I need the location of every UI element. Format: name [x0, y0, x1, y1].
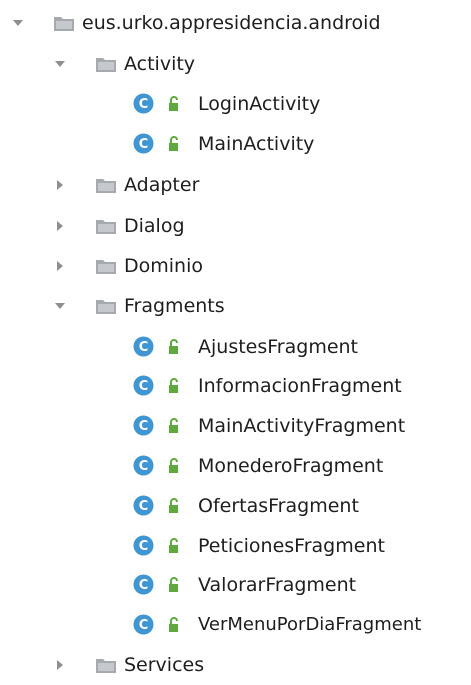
public-access-icon: [169, 617, 178, 632]
tree-node-label: PeticionesFragment: [198, 535, 385, 557]
class-icon: C: [133, 614, 154, 635]
tree-node-folder-activity[interactable]: Activity: [0, 44, 471, 84]
chevron-right-icon[interactable]: [53, 259, 67, 273]
tree-node-label: ValorarFragment: [198, 574, 357, 596]
tree-node-label: AjustesFragment: [198, 336, 359, 358]
public-access-icon: [169, 339, 178, 354]
svg-text:C: C: [139, 137, 149, 152]
svg-text:C: C: [139, 618, 149, 633]
tree-node-label: MonederoFragment: [198, 455, 384, 477]
tree-node-label: MainActivity: [198, 133, 315, 155]
public-access-icon: [169, 418, 178, 433]
class-icon: C: [133, 93, 154, 114]
public-access-icon: [169, 458, 178, 473]
folder-icon: [96, 220, 116, 234]
tree-node-label: InformacionFragment: [198, 375, 402, 397]
project-tree: eus.urko.appresidencia.android Activity …: [0, 0, 471, 677]
tree-node-class-valorarfragment[interactable]: C ValorarFragment: [0, 565, 471, 605]
class-icon: C: [133, 133, 154, 154]
tree-node-class-ofertasfragment[interactable]: C OfertasFragment: [0, 486, 471, 526]
tree-node-folder-services[interactable]: Services: [0, 645, 471, 677]
tree-node-label: Adapter: [124, 174, 200, 196]
tree-node-label: Fragments: [124, 295, 225, 317]
svg-text:C: C: [139, 97, 149, 112]
class-icon: C: [133, 574, 154, 595]
tree-node-class-monederofragment[interactable]: C MonederoFragment: [0, 446, 471, 486]
chevron-right-icon[interactable]: [53, 658, 67, 672]
tree-node-label: eus.urko.appresidencia.android: [82, 12, 381, 34]
class-icon: C: [133, 455, 154, 476]
public-access-icon: [169, 378, 178, 393]
chevron-down-icon[interactable]: [11, 16, 25, 30]
tree-node-label: Services: [124, 654, 205, 676]
tree-node-label: OfertasFragment: [198, 495, 359, 517]
public-access-icon: [169, 577, 178, 592]
tree-node-class-loginactivity[interactable]: C LoginActivity: [0, 84, 471, 124]
folder-icon: [96, 659, 116, 673]
tree-node-label: Activity: [124, 53, 196, 75]
public-access-icon: [169, 96, 178, 111]
folder-icon: [96, 179, 116, 193]
class-icon: C: [133, 336, 154, 357]
folder-icon: [96, 58, 116, 72]
public-access-icon: [169, 136, 178, 151]
tree-node-class-vermenupordiafragment[interactable]: C VerMenuPorDiaFragment: [0, 605, 471, 645]
tree-node-package[interactable]: eus.urko.appresidencia.android: [0, 3, 471, 43]
tree-node-class-informacionfragment[interactable]: C InformacionFragment: [0, 366, 471, 406]
tree-node-label: LoginActivity: [198, 93, 321, 115]
tree-node-folder-fragments[interactable]: Fragments: [0, 286, 471, 326]
tree-node-folder-adapter[interactable]: Adapter: [0, 165, 471, 205]
class-icon: C: [133, 535, 154, 556]
tree-node-folder-dialog[interactable]: Dialog: [0, 206, 471, 246]
tree-node-label: Dominio: [124, 255, 203, 277]
svg-text:C: C: [139, 379, 149, 394]
public-access-icon: [169, 498, 178, 513]
svg-text:C: C: [139, 459, 149, 474]
chevron-down-icon[interactable]: [53, 57, 67, 71]
svg-text:C: C: [139, 578, 149, 593]
svg-text:C: C: [139, 340, 149, 355]
public-access-icon: [169, 538, 178, 553]
tree-node-label: MainActivityFragment: [198, 415, 406, 437]
tree-node-class-ajustesfragment[interactable]: C AjustesFragment: [0, 327, 471, 367]
class-icon: C: [133, 375, 154, 396]
chevron-down-icon[interactable]: [53, 299, 67, 313]
svg-text:C: C: [139, 419, 149, 434]
package-folder-icon: [54, 17, 74, 31]
class-icon: C: [133, 495, 154, 516]
svg-text:C: C: [139, 539, 149, 554]
folder-icon: [96, 300, 116, 314]
chevron-right-icon[interactable]: [53, 219, 67, 233]
tree-node-class-mainactivity[interactable]: C MainActivity: [0, 124, 471, 164]
folder-icon: [96, 260, 116, 274]
chevron-right-icon[interactable]: [53, 178, 67, 192]
svg-text:C: C: [139, 499, 149, 514]
tree-node-label: VerMenuPorDiaFragment: [198, 614, 422, 635]
tree-node-folder-dominio[interactable]: Dominio: [0, 246, 471, 286]
tree-node-class-peticionesfragment[interactable]: C PeticionesFragment: [0, 526, 471, 566]
class-icon: C: [133, 415, 154, 436]
tree-node-class-mainactivityfragment[interactable]: C MainActivityFragment: [0, 406, 471, 446]
tree-node-label: Dialog: [124, 215, 185, 237]
